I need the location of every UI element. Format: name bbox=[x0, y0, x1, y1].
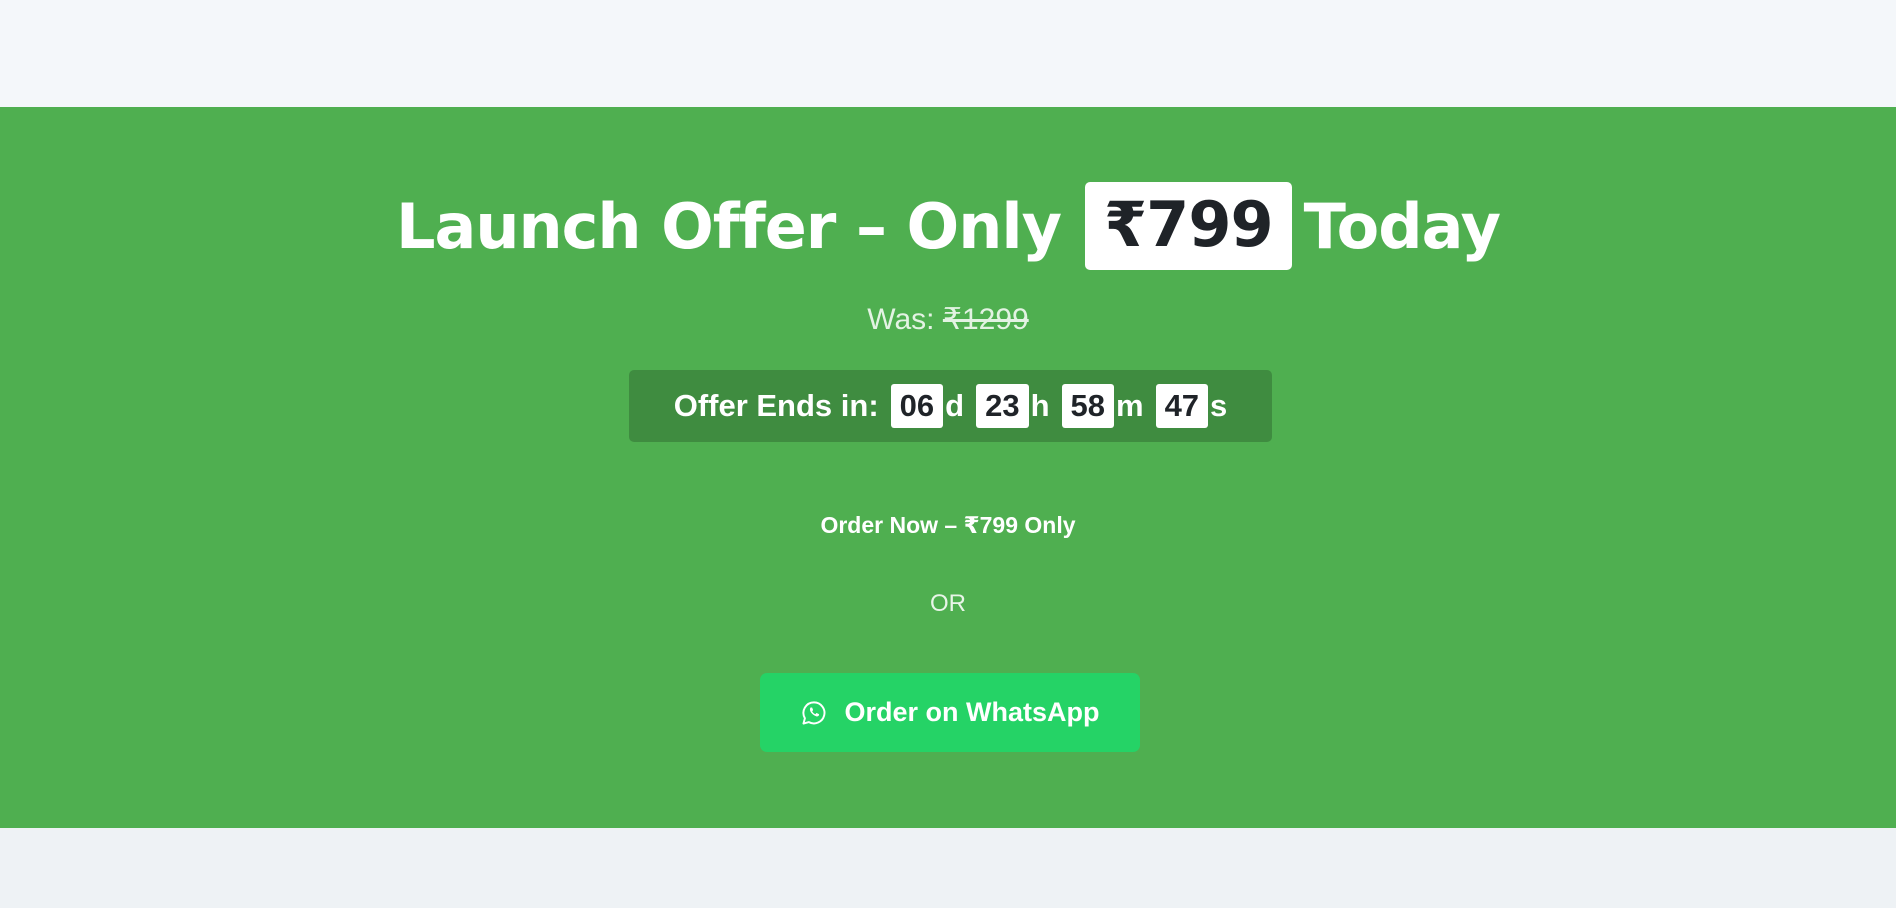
countdown-timer: Offer Ends in: 06 d 23 h 58 m 47 s bbox=[629, 370, 1272, 442]
offer-headline: Launch Offer – Only ₹799 Today bbox=[0, 182, 1896, 270]
order-now-link[interactable]: Order Now – ₹799 Only bbox=[0, 512, 1896, 539]
whatsapp-button-label: Order on WhatsApp bbox=[844, 697, 1100, 727]
original-price: ₹1299 bbox=[942, 303, 1029, 336]
headline-suffix: Today bbox=[1303, 189, 1501, 263]
launch-offer-section: Launch Offer – Only ₹799 Today Was: ₹129… bbox=[0, 107, 1896, 828]
whatsapp-icon bbox=[801, 700, 827, 726]
countdown-minutes-suffix: m bbox=[1115, 388, 1144, 423]
countdown-seconds: 47 bbox=[1155, 384, 1209, 428]
countdown-label: Offer Ends in: bbox=[673, 388, 879, 423]
original-price-line: Was: ₹1299 bbox=[0, 302, 1896, 337]
countdown-days-suffix: d bbox=[945, 388, 965, 423]
top-band bbox=[0, 0, 1896, 107]
countdown-hours-suffix: h bbox=[1030, 388, 1050, 423]
offer-price-badge: ₹799 bbox=[1085, 182, 1292, 270]
countdown-days: 06 bbox=[890, 384, 944, 428]
bottom-band bbox=[0, 828, 1896, 908]
countdown-minutes: 58 bbox=[1061, 384, 1114, 428]
was-label: Was: bbox=[867, 303, 935, 336]
countdown-seconds-suffix: s bbox=[1210, 388, 1228, 423]
countdown-hours: 23 bbox=[976, 384, 1029, 428]
or-divider-text: OR bbox=[930, 590, 966, 617]
headline-prefix: Launch Offer – Only bbox=[395, 189, 1062, 263]
order-on-whatsapp-button[interactable]: Order on WhatsApp bbox=[760, 673, 1140, 752]
